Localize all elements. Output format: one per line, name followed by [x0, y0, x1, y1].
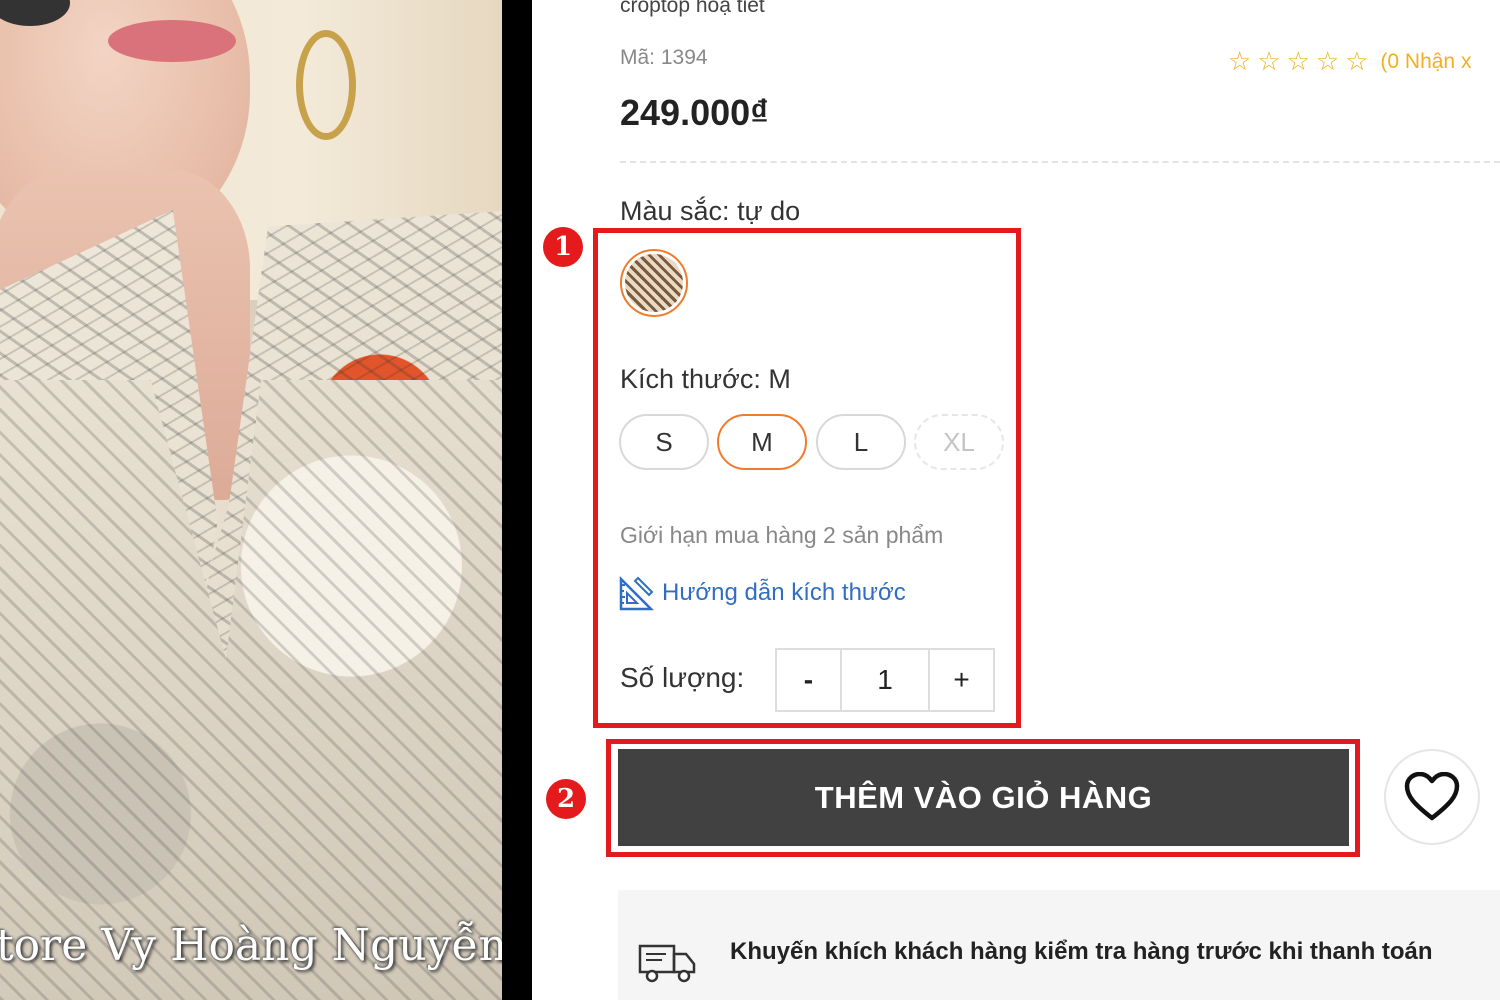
photo-watermark: tore Vy Hoàng Nguyễn [0, 920, 502, 971]
divider [620, 161, 1500, 163]
wishlist-button[interactable] [1384, 749, 1480, 845]
product-name: croptop hoạ tiết [620, 0, 765, 17]
model-lips [108, 20, 236, 62]
heart-icon [1404, 772, 1460, 821]
star-empty-icon: ☆ [1345, 46, 1375, 76]
product-photo[interactable]: tore Vy Hoàng Nguyễn [0, 0, 502, 1000]
rating[interactable]: ☆☆☆☆☆ (0 Nhận x [1228, 46, 1471, 77]
sku-label: Mã: [620, 46, 656, 69]
star-empty-icon: ☆ [1286, 46, 1316, 76]
color-label: Màu sắc: [620, 196, 730, 226]
delivery-truck-icon [638, 944, 696, 983]
photo-divider [502, 0, 532, 1000]
star-empty-icon: ☆ [1257, 46, 1287, 76]
color-selected: tự do [737, 196, 801, 226]
star-empty-icon: ☆ [1315, 46, 1346, 76]
sku-row: Mã: 1394 [620, 46, 708, 70]
annotation-badge: 2 [546, 779, 586, 819]
patterned-shirt-lower [0, 380, 502, 1000]
highlight-box-options [593, 228, 1021, 728]
star-empty-icon: ☆ [1228, 46, 1258, 76]
earring [296, 30, 356, 140]
product-price: 249.000₫ [620, 92, 769, 133]
promo-banner: Khuyến khích khách hàng kiểm tra hàng tr… [618, 890, 1500, 1000]
sku-value: 1394 [660, 46, 708, 69]
promo-text: Khuyến khích khách hàng kiểm tra hàng tr… [730, 938, 1433, 965]
color-row: Màu sắc: tự do [620, 196, 800, 227]
highlight-box-cart [606, 739, 1360, 857]
annotation-badge: 1 [543, 227, 583, 267]
rating-count[interactable]: (0 Nhận x [1380, 50, 1471, 73]
